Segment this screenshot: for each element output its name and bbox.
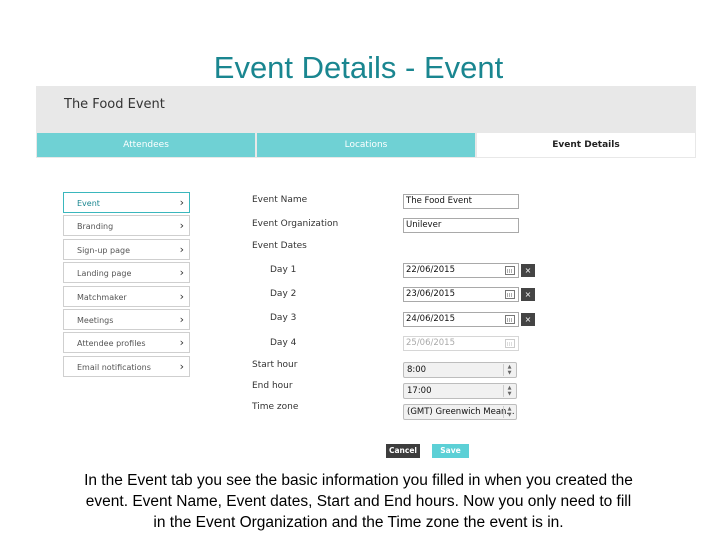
calendar-icon[interactable] [505, 266, 515, 275]
day-1-date-value: 22/06/2015 [406, 265, 455, 275]
day-2-date-value: 23/06/2015 [406, 289, 455, 299]
sidebar-item-label: Sign-up page [77, 245, 131, 255]
time-zone-value: (GMT) Greenwich Mean... [407, 407, 515, 417]
event-header: The Food Event [36, 86, 696, 132]
tab-locations[interactable]: Locations [257, 133, 475, 157]
slide-caption: In the Event tab you see the basic infor… [20, 470, 697, 533]
calendar-icon[interactable] [505, 290, 515, 299]
chevron-right-icon: › [179, 312, 184, 326]
day-4-date-value: 25/06/2015 [406, 338, 455, 348]
sidebar-item-attendee-profiles[interactable]: Attendee profiles › [63, 332, 190, 354]
chevron-right-icon: › [179, 289, 184, 303]
sidebar-item-label: Branding [77, 222, 114, 232]
chevron-right-icon: › [179, 196, 184, 209]
start-hour-select[interactable]: 8:00 ▲ ▼ [403, 362, 517, 378]
day-2-label: Day 2 [270, 289, 297, 299]
sidebar-item-meetings[interactable]: Meetings › [63, 308, 190, 330]
sidebar-item-label: Event [77, 199, 100, 208]
event-organization-label: Event Organization [252, 219, 339, 229]
sidebar-item-landing-page[interactable]: Landing page › [63, 262, 190, 284]
sidebar-item-label: Meetings [77, 315, 114, 325]
tab-bar: Attendees Locations Event Details [36, 132, 696, 158]
caption-line: In the Event tab you see the basic infor… [84, 472, 633, 489]
time-zone-select[interactable]: (GMT) Greenwich Mean... ▲ ▼ [403, 404, 517, 420]
chevron-right-icon: › [179, 266, 184, 280]
caption-line: in the Event Organization and the Time z… [153, 514, 564, 531]
sidebar-item-label: Landing page [77, 269, 132, 279]
sidebar-item-email-notifications[interactable]: Email notifications › [63, 355, 190, 377]
end-hour-value: 17:00 [407, 386, 432, 396]
calendar-icon[interactable] [505, 315, 515, 324]
day-3-date-input[interactable]: 24/06/2015 [403, 312, 519, 327]
chevron-right-icon: › [179, 359, 184, 373]
start-hour-label: Start hour [252, 360, 298, 370]
event-title: The Food Event [64, 97, 165, 112]
spinner-arrows-icon: ▲ ▼ [503, 385, 515, 397]
chevron-right-icon: › [179, 242, 184, 256]
event-name-label: Event Name [252, 195, 308, 205]
sidebar-item-label: Attendee profiles [77, 339, 146, 349]
slide-title: Event Details - Event [213, 50, 504, 85]
end-hour-select[interactable]: 17:00 ▲ ▼ [403, 383, 517, 399]
day-4-date-input[interactable]: 25/06/2015 [403, 336, 519, 351]
sidebar-menu: Event › Branding › Sign-up page › Landing p… [63, 192, 190, 379]
sidebar-item-label: Matchmaker [77, 292, 127, 302]
day-1-date-input[interactable]: 22/06/2015 [403, 263, 519, 278]
save-button[interactable]: Save [432, 444, 469, 458]
day-3-date-value: 24/06/2015 [406, 314, 455, 324]
day-4-label: Day 4 [270, 338, 297, 348]
chevron-right-icon: › [179, 219, 184, 233]
day-1-remove-button[interactable]: × [521, 264, 535, 277]
tab-event-details[interactable]: Event Details [477, 133, 695, 157]
spinner-arrows-icon: ▲ ▼ [503, 406, 515, 418]
event-dates-label: Event Dates [252, 241, 307, 251]
sidebar-item-matchmaker[interactable]: Matchmaker › [63, 285, 190, 307]
cancel-button[interactable]: Cancel [386, 444, 420, 458]
day-3-label: Day 3 [270, 313, 297, 323]
caption-line: event. Event Name, Event dates, Start an… [85, 493, 632, 510]
tab-attendees[interactable]: Attendees [37, 133, 255, 157]
day-1-label: Day 1 [270, 265, 297, 275]
day-2-remove-button[interactable]: × [521, 288, 535, 301]
start-hour-value: 8:00 [407, 365, 427, 375]
time-zone-label: Time zone [252, 402, 299, 412]
sidebar-item-branding[interactable]: Branding › [63, 215, 190, 237]
day-2-date-input[interactable]: 23/06/2015 [403, 287, 519, 302]
spinner-arrows-icon: ▲ ▼ [503, 364, 515, 376]
day-3-remove-button[interactable]: × [521, 313, 535, 326]
end-hour-label: End hour [252, 381, 293, 391]
sidebar-item-event[interactable]: Event › [63, 192, 190, 213]
calendar-icon[interactable] [505, 339, 515, 348]
event-name-input[interactable]: The Food Event [403, 194, 519, 209]
sidebar-item-sign-up-page[interactable]: Sign-up page › [63, 238, 190, 260]
event-organization-input[interactable]: Unilever [403, 218, 519, 233]
chevron-right-icon: › [179, 336, 184, 350]
sidebar-item-label: Email notifications [77, 362, 151, 372]
